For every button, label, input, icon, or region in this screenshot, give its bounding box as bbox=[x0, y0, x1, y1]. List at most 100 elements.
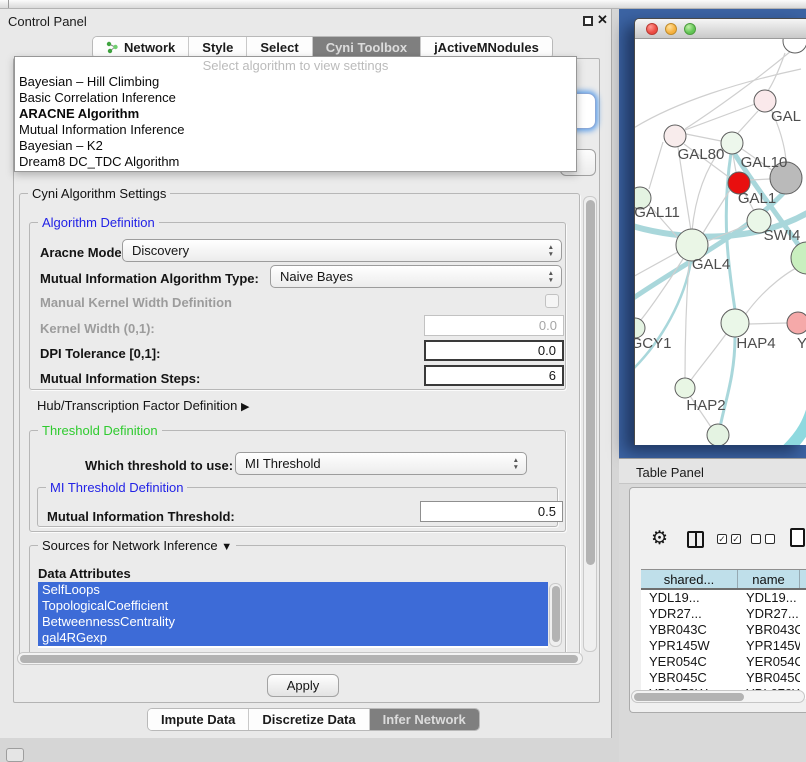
network-window-titlebar[interactable] bbox=[635, 19, 806, 39]
table-cell: YPR145W bbox=[641, 638, 738, 654]
tab-label: Network bbox=[124, 40, 175, 55]
network-node-y[interactable] bbox=[787, 312, 806, 334]
algorithm-option[interactable]: Basic Correlation Inference bbox=[15, 90, 576, 106]
table-row[interactable]: YBR043CYBR043C bbox=[641, 622, 806, 638]
table-cell: YDL19... bbox=[738, 590, 800, 606]
tab-network[interactable]: Network bbox=[93, 37, 189, 58]
settings-horizontal-scrollbar[interactable] bbox=[17, 652, 583, 665]
combo-arrows-icon: ▲▼ bbox=[513, 457, 519, 471]
network-canvas[interactable]: GALGAL80GAL10GAL1GAL11SWI4GAL4GCY1HAP4YH… bbox=[635, 39, 806, 445]
tab-label: Cyni Toolbox bbox=[326, 40, 407, 55]
attributes-list-scrollbar[interactable] bbox=[549, 583, 562, 647]
app-top-strip bbox=[0, 0, 806, 9]
tab-cyni-toolbox[interactable]: Cyni Toolbox bbox=[313, 37, 421, 58]
mi-threshold-definition-title: MI Threshold Definition bbox=[46, 480, 187, 495]
network-edge bbox=[649, 142, 663, 189]
algorithm-option[interactable]: Mutual Information Inference bbox=[15, 122, 576, 138]
table-cell: YBR045C bbox=[738, 670, 800, 686]
minimize-window-icon[interactable] bbox=[665, 23, 677, 35]
table-row[interactable]: YPR145WYPR145W9. bbox=[641, 638, 806, 654]
gear-icon[interactable]: ⚙ bbox=[651, 527, 668, 550]
table-cell: YBR043C bbox=[641, 622, 738, 638]
node-label: GAL1 bbox=[738, 190, 776, 207]
close-panel-icon[interactable]: ✕ bbox=[597, 12, 608, 28]
new-table-icon[interactable] bbox=[790, 528, 805, 547]
apply-button[interactable]: Apply bbox=[267, 674, 339, 697]
mi-algorithm-type-select[interactable]: Naive Bayes ▲▼ bbox=[270, 265, 562, 288]
node-label: GAL4 bbox=[692, 256, 730, 273]
aracne-mode-select[interactable]: Discovery ▲▼ bbox=[122, 239, 562, 262]
table-row[interactable]: YBR045CYBR045C9. bbox=[641, 670, 806, 686]
table-row[interactable]: YDR27...YDR27...12 bbox=[641, 606, 806, 622]
network-edge bbox=[767, 53, 785, 92]
aracne-mode-value: Discovery bbox=[132, 243, 189, 258]
network-node-hap4[interactable] bbox=[721, 309, 749, 337]
dpi-tolerance-field[interactable]: 0.0 bbox=[424, 340, 564, 361]
zoom-window-icon[interactable] bbox=[684, 23, 696, 35]
mi-steps-field[interactable]: 6 bbox=[424, 365, 564, 386]
column-header[interactable]: shared... bbox=[641, 570, 738, 588]
checked-checkbox-icon[interactable]: ✓ bbox=[731, 534, 741, 544]
minimized-panel-icon[interactable] bbox=[6, 748, 24, 762]
table-row[interactable]: YDL19...YDL19...13 bbox=[641, 590, 806, 606]
tab-style[interactable]: Style bbox=[189, 37, 247, 58]
network-edge bbox=[749, 323, 787, 324]
table-panel-card: ⚙ ✓ ✓ shared...name YDL19...YDL19...13YDR… bbox=[629, 487, 806, 713]
tab-jactivemnodules[interactable]: jActiveMNodules bbox=[421, 37, 552, 58]
tab-discretize-data[interactable]: Discretize Data bbox=[249, 709, 369, 730]
unchecked-checkbox-icon[interactable] bbox=[751, 534, 761, 544]
network-edge bbox=[691, 334, 726, 380]
columns-icon[interactable] bbox=[687, 531, 704, 548]
table-cell: YPR145W bbox=[738, 638, 800, 654]
table-row[interactable]: YER054CYER054C8. bbox=[641, 654, 806, 670]
table-cell: 9. bbox=[800, 670, 806, 686]
manual-kernel-width-checkbox[interactable] bbox=[545, 294, 559, 308]
tab-infer-network[interactable]: Infer Network bbox=[370, 709, 479, 730]
attribute-list-item[interactable]: gal4RGexp bbox=[38, 630, 548, 646]
table-panel-region: Table Panel ⚙ ✓ ✓ shared...nameYDL19...Y… bbox=[619, 458, 806, 762]
column-header[interactable] bbox=[800, 570, 806, 588]
algorithm-option[interactable]: Bayesian – Hill Climbing bbox=[15, 74, 576, 90]
algorithm-option[interactable]: ARACNE Algorithm bbox=[15, 106, 576, 122]
table-cell: YBR045C bbox=[641, 670, 738, 686]
column-header[interactable]: name bbox=[738, 570, 800, 588]
network-node-gal80[interactable] bbox=[664, 125, 686, 147]
which-threshold-select[interactable]: MI Threshold ▲▼ bbox=[235, 452, 527, 475]
float-panel-icon[interactable] bbox=[583, 16, 593, 26]
algorithm-option[interactable]: Bayesian – K2 bbox=[15, 138, 576, 154]
table-cell: 13 bbox=[800, 590, 806, 606]
tab-label: jActiveMNodules bbox=[434, 40, 539, 55]
algorithm-definition-title: Algorithm Definition bbox=[38, 215, 159, 230]
unchecked-checkbox-icon[interactable] bbox=[765, 534, 775, 544]
attribute-list-item[interactable]: TopologicalCoefficient bbox=[38, 598, 548, 614]
hub-definition-toggle[interactable]: Hub/Transcription Factor Definition ▶ bbox=[37, 398, 249, 413]
kernel-width-field[interactable]: 0.0 bbox=[424, 315, 564, 336]
table-cell: 8. bbox=[800, 654, 806, 670]
threshold-definition-title: Threshold Definition bbox=[38, 423, 162, 438]
panel-title: Control Panel bbox=[8, 14, 87, 29]
attribute-list-item[interactable]: BetweennessCentrality bbox=[38, 614, 548, 630]
tab-label: Style bbox=[202, 40, 233, 55]
table-cell: YBR043C bbox=[738, 622, 800, 638]
which-threshold-value: MI Threshold bbox=[245, 456, 321, 471]
settings-vertical-scrollbar[interactable] bbox=[583, 196, 597, 652]
network-node-hap2[interactable] bbox=[675, 378, 695, 398]
algorithm-dropdown-popup: Select algorithm to view settings Bayesi… bbox=[14, 56, 577, 172]
tab-select[interactable]: Select bbox=[247, 37, 312, 58]
kernel-width-label: Kernel Width (0,1): bbox=[40, 321, 155, 336]
attribute-list-item[interactable]: SelfLoops bbox=[38, 582, 548, 598]
close-window-icon[interactable] bbox=[646, 23, 658, 35]
network-node[interactable] bbox=[783, 39, 806, 53]
table-horizontal-scrollbar[interactable] bbox=[631, 690, 805, 703]
hub-definition-label: Hub/Transcription Factor Definition bbox=[37, 398, 237, 413]
network-node[interactable] bbox=[707, 424, 729, 445]
table-panel-titlebar: Table Panel bbox=[619, 458, 806, 484]
table-cell: YER054C bbox=[738, 654, 800, 670]
algorithm-option[interactable]: Dream8 DC_TDC Algorithm bbox=[15, 154, 576, 170]
sources-group-title[interactable]: Sources for Network Inference ▼ bbox=[38, 538, 236, 553]
tab-impute-data[interactable]: Impute Data bbox=[148, 709, 249, 730]
checked-checkbox-icon[interactable]: ✓ bbox=[717, 534, 727, 544]
which-threshold-label: Which threshold to use: bbox=[85, 458, 233, 473]
mi-algorithm-type-label: Mutual Information Algorithm Type: bbox=[40, 271, 259, 286]
mi-threshold-field[interactable]: 0.5 bbox=[420, 501, 563, 522]
